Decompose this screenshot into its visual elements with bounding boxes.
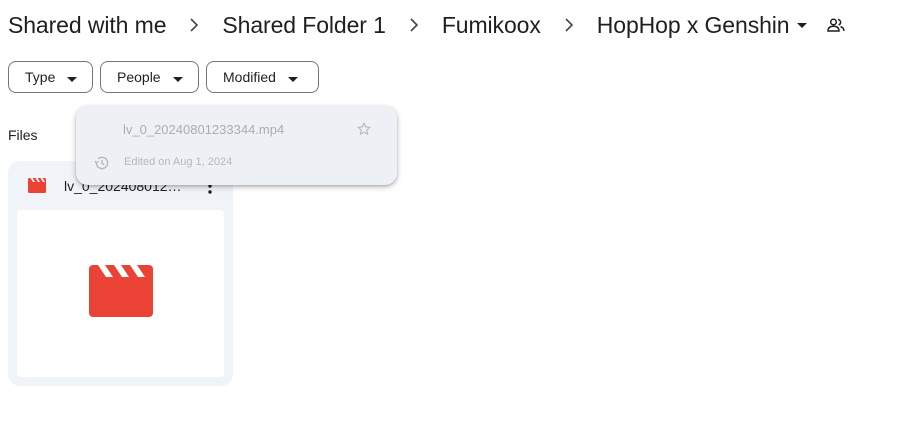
- chevron-right-icon: [386, 16, 442, 34]
- caret-down-icon: [797, 16, 808, 34]
- breadcrumb-item-fumikoox[interactable]: Fumikoox: [442, 12, 541, 39]
- caret-down-icon: [172, 69, 183, 85]
- file-hover-card: lv_0_20240801233344.mp4 Edited on Aug 1,…: [76, 106, 397, 185]
- chevron-right-icon: [541, 16, 597, 34]
- modified-filter-chip[interactable]: Modified: [206, 61, 319, 93]
- breadcrumb-current-folder-button[interactable]: HopHop x Genshin: [597, 12, 808, 39]
- history-icon: [93, 154, 111, 177]
- breadcrumb-item-shared-with-me[interactable]: Shared with me: [8, 12, 167, 39]
- files-section-label: Files: [8, 127, 38, 143]
- star-icon[interactable]: [356, 121, 372, 142]
- modified-filter-label: Modified: [223, 69, 276, 85]
- chevron-right-icon: [166, 16, 222, 34]
- breadcrumb-item-shared-folder-1[interactable]: Shared Folder 1: [222, 12, 386, 39]
- breadcrumb: Shared with me Shared Folder 1 Fumikoox …: [8, 9, 846, 41]
- hover-card-edited-date: Edited on Aug 1, 2024: [124, 156, 233, 168]
- video-clapper-icon: [28, 178, 46, 198]
- people-filter-chip[interactable]: People: [100, 61, 199, 93]
- video-clapper-icon: [88, 265, 153, 322]
- hover-card-file-name: lv_0_20240801233344.mp4: [123, 122, 285, 137]
- people-filter-label: People: [117, 69, 161, 85]
- file-card[interactable]: lv_0_20240801233344.mp4: [8, 161, 233, 386]
- file-thumbnail[interactable]: [17, 210, 224, 377]
- shared-people-icon[interactable]: [827, 18, 846, 32]
- type-filter-chip[interactable]: Type: [8, 61, 93, 93]
- caret-down-icon: [67, 69, 78, 85]
- filter-chips: Type People Modified: [8, 61, 319, 93]
- type-filter-label: Type: [25, 69, 56, 85]
- breadcrumb-current-label: HopHop x Genshin: [596, 11, 790, 38]
- caret-down-icon: [287, 69, 298, 85]
